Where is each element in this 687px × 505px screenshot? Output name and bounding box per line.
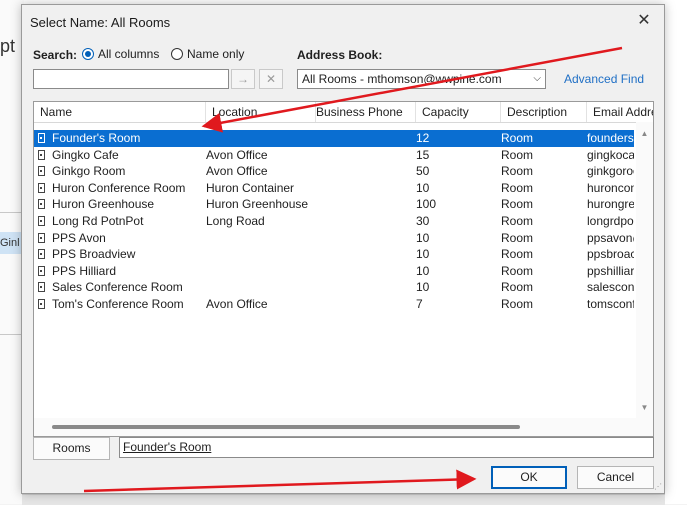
annotation-arrow-to-row (201, 46, 623, 133)
annotation-arrow-to-ok (83, 469, 477, 493)
annotation-overlay (83, 46, 623, 493)
